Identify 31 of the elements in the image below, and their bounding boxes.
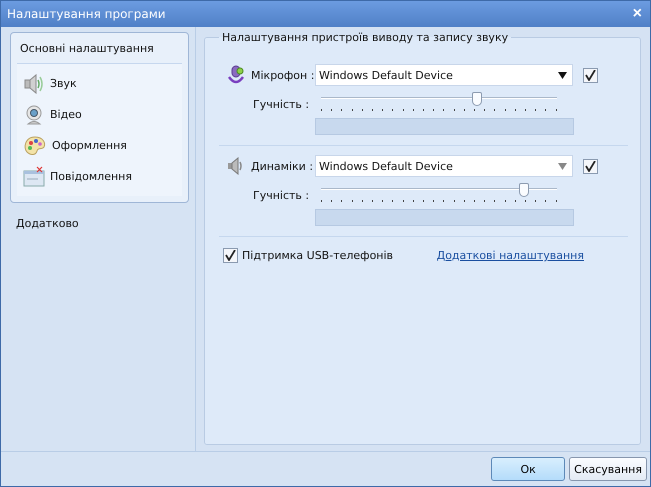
microphone-icon [225,65,247,85]
dropdown-arrow-icon [558,162,567,170]
device-label: Мікрофон : [251,68,315,82]
checkmark-icon [585,160,596,172]
message-window-icon [23,166,45,188]
slider-thumb[interactable] [518,183,529,197]
sidebar-item[interactable]: Додатково [16,217,189,230]
device-dropdown[interactable]: Windows Default Device [315,155,573,177]
usb-checkbox-label: Підтримка USB-телефонів [242,249,394,262]
sidebar-item[interactable]: Повідомлення [17,161,182,192]
sidebar-item[interactable]: Відео [17,99,182,130]
dropdown-arrow-icon [558,72,567,78]
window-title: Налаштування програми [7,7,166,21]
group-title: Налаштування пристроїв виводу та запису звуку [221,31,510,44]
volume-label: Гучність : [253,98,310,110]
advanced-settings-link[interactable]: Додаткові налаштування [436,249,584,262]
usb-checkbox[interactable]: Підтримка USB-телефонів [223,248,394,263]
dialog-button[interactable]: Ок [491,457,566,481]
dialog-button[interactable]: Скасування [569,457,647,481]
device-dropdown[interactable]: Windows Default Device [315,64,573,86]
volume-label: Гучність : [253,188,310,202]
sidebar-item[interactable]: Звук [17,68,182,99]
palette-icon [23,134,47,156]
checkmark-icon [225,250,236,261]
checkbox[interactable] [583,158,598,174]
speaker-icon [23,72,45,94]
sidebar-item[interactable]: Оформлення [17,130,182,161]
checkmark-icon [585,70,596,80]
device-label: Динаміки : [251,160,314,172]
checkbox[interactable] [583,68,598,82]
slider-thumb[interactable] [472,92,482,106]
